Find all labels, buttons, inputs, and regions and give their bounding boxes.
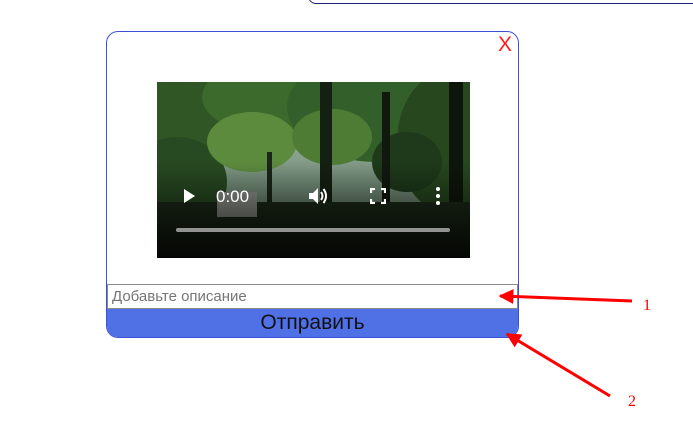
annotation-number-1: 1 <box>643 297 651 314</box>
annotation-number-2: 2 <box>628 393 636 410</box>
annotation-arrow-1 <box>498 289 633 305</box>
annotation-arrow-2 <box>505 332 611 398</box>
annotation-layer <box>498 289 633 398</box>
